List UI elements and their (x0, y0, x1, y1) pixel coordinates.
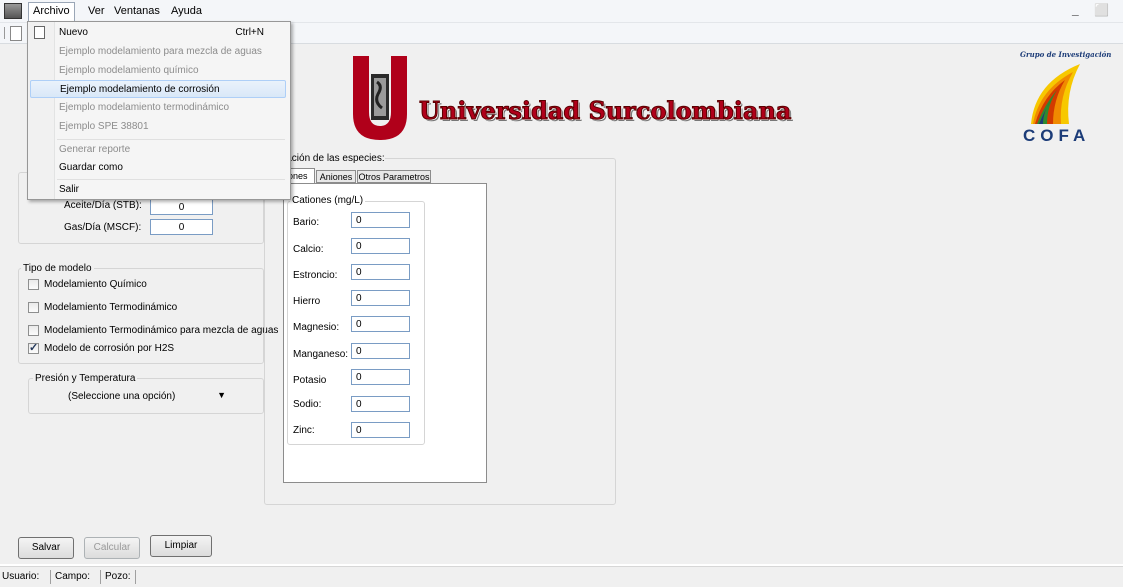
save-button[interactable]: Salvar (18, 537, 74, 559)
cation-input-calcio[interactable] (351, 238, 410, 254)
checkbox-quimico[interactable] (28, 279, 39, 290)
menu-separator (57, 139, 285, 140)
cation-label: Potasio (293, 375, 327, 386)
checkbox-corrosion-h2s[interactable] (28, 341, 39, 354)
status-well: Pozo: (105, 571, 131, 582)
cofa-flame-icon (1025, 62, 1085, 127)
cation-label: Bario: (293, 217, 320, 228)
checkbox-mezcla-aguas[interactable] (28, 325, 39, 336)
option-corrosion-label: Modelo de corrosión por H2S (44, 343, 175, 354)
cation-input-hierro[interactable] (351, 290, 410, 306)
cation-input-zinc[interactable] (351, 422, 410, 438)
cation-input-manganeso[interactable] (351, 343, 410, 359)
status-separator (100, 570, 101, 584)
menu-item-ejemplo-corrosion[interactable]: Ejemplo modelamiento de corrosión (30, 80, 286, 98)
cofa-name: COFA (1023, 126, 1091, 145)
oil-label: Aceite/Día (STB): (64, 200, 142, 211)
cations-title: Cationes (mg/L) (290, 195, 366, 206)
pressure-temp-select[interactable]: (Seleccione una opción) ▼ (60, 390, 230, 406)
tab-otros-parametros[interactable]: Otros Parametros (357, 170, 431, 183)
cation-label: Hierro (293, 296, 321, 307)
cation-input-potasio[interactable] (351, 369, 410, 385)
cation-label: Sodio: (293, 399, 322, 410)
cofa-caption: Grupo de Investigación (1020, 50, 1112, 59)
cation-label: Calcio: (293, 244, 324, 255)
pressure-temp-title: Presión y Temperatura (33, 373, 138, 384)
university-name: Universidad Surcolombiana (418, 96, 792, 126)
new-document-icon[interactable] (10, 26, 22, 41)
status-user: Usuario: (2, 571, 40, 582)
cation-label: Manganeso: (293, 349, 349, 360)
cation-input-magnesio[interactable] (351, 316, 410, 332)
oil-rate-input[interactable] (150, 199, 213, 215)
menu-archivo[interactable]: Archivo (28, 2, 75, 21)
status-bar: Usuario: Campo: Pozo: (0, 566, 1123, 587)
clear-button[interactable]: Limpiar (150, 535, 212, 557)
pressure-temp-selected: (Seleccione una opción) (68, 391, 176, 402)
menu-ver[interactable]: Ver (84, 3, 109, 19)
tab-aniones[interactable]: Aniones (316, 170, 356, 183)
menu-item-ejemplo-termodinamico[interactable]: Ejemplo modelamiento termodinámico (30, 99, 286, 117)
menu-item-generar-reporte[interactable]: Generar reporte (30, 141, 286, 159)
cation-label: Zinc: (293, 425, 315, 436)
status-separator (135, 570, 136, 584)
option-quimico-label: Modelamiento Químico (44, 279, 147, 290)
menu-item-ejemplo-spe[interactable]: Ejemplo SPE 38801 (30, 118, 286, 136)
menu-item-ejemplo-mezcla[interactable]: Ejemplo modelamiento para mezcla de agua… (30, 43, 286, 61)
cation-input-sodio[interactable] (351, 396, 410, 412)
app-icon[interactable] (4, 3, 22, 19)
menu-ventanas[interactable]: Ventanas (110, 3, 164, 19)
window-controls[interactable]: _ ⬜ (1072, 3, 1115, 17)
menu-item-salir[interactable]: Salir (30, 181, 286, 199)
menu-item-nuevo[interactable]: Nuevo Ctrl+N (30, 24, 286, 42)
cation-label: Magnesio: (293, 322, 340, 333)
menu-ayuda[interactable]: Ayuda (167, 3, 206, 19)
menu-item-guardar-como[interactable]: Guardar como (30, 159, 286, 177)
option-termodinamico-label: Modelamiento Termodinámico (44, 302, 178, 313)
chevron-down-icon: ▼ (217, 390, 226, 400)
status-separator (50, 570, 51, 584)
checkbox-termodinamico[interactable] (28, 302, 39, 313)
status-field: Campo: (55, 571, 91, 582)
usco-logo-icon (351, 52, 409, 142)
toolbar-grip (4, 27, 5, 39)
model-type-title: Tipo de modelo (21, 263, 94, 274)
menu-item-ejemplo-quimico[interactable]: Ejemplo modelamiento químico (30, 62, 286, 80)
gas-label: Gas/Día (MSCF): (64, 222, 142, 233)
file-menu-dropdown: Nuevo Ctrl+N Ejemplo modelamiento para me… (27, 21, 291, 200)
menu-separator (57, 179, 285, 180)
cation-input-estroncio[interactable] (351, 264, 410, 280)
gas-rate-input[interactable] (150, 219, 213, 235)
option-mezcla-label: Modelamiento Termodinámico para mezcla d… (44, 325, 279, 336)
calculate-button[interactable]: Calcular (84, 537, 140, 559)
cation-input-bario[interactable] (351, 212, 410, 228)
cation-label: Estroncio: (293, 270, 338, 281)
menu-bar: Archivo Ver Ventanas Ayuda _ ⬜ (0, 0, 1123, 23)
